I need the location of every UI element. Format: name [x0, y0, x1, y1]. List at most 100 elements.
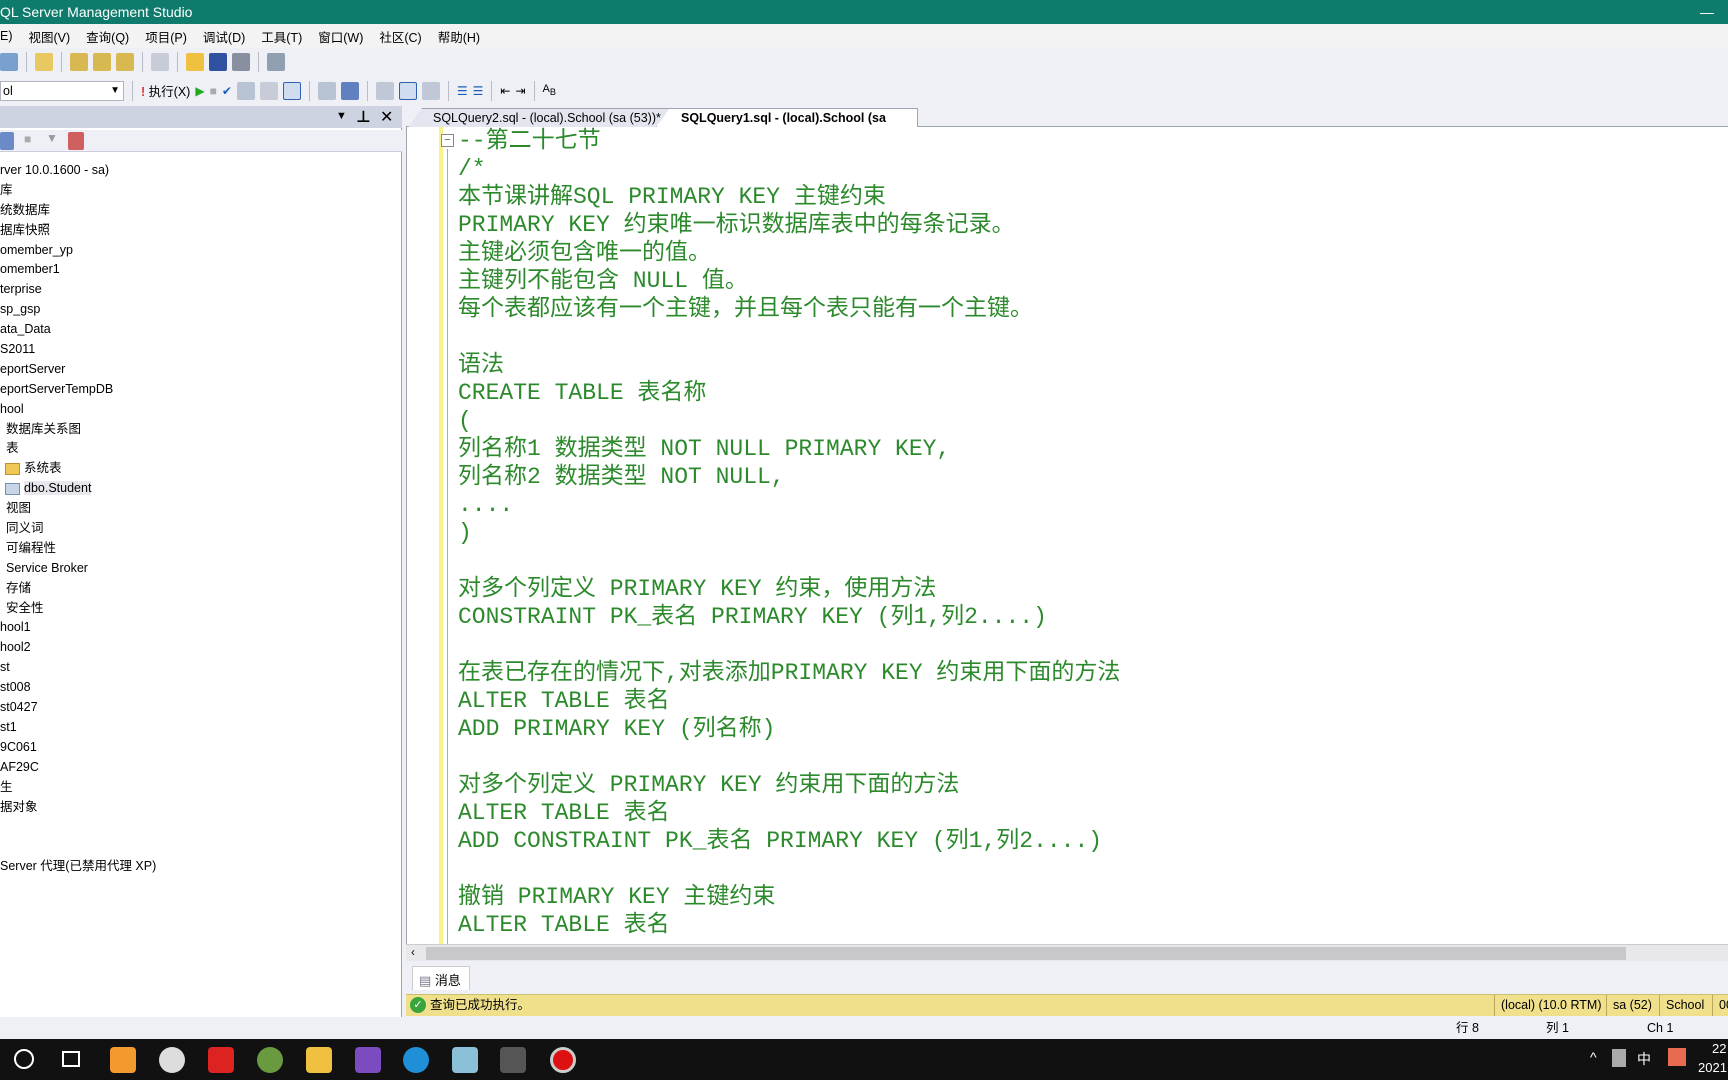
app-icon-orange[interactable] [110, 1047, 136, 1073]
close-icon[interactable]: ✕ [380, 107, 393, 127]
tree-item[interactable]: hool2 [0, 638, 400, 658]
wechat-icon[interactable] [159, 1047, 185, 1073]
tree-item[interactable]: 数据库关系图 [0, 420, 400, 440]
pin-icon[interactable]: ⊥ [356, 107, 371, 127]
scrollbar-thumb[interactable] [426, 947, 1626, 960]
sql-editor[interactable]: − --第二十七节/* 本节课讲解SQL PRIMARY KEY 主键约束 PRIM… [406, 127, 1728, 944]
debug-play-icon[interactable]: ▶ [195, 84, 204, 98]
results-to-grid-icon[interactable] [282, 81, 301, 100]
refresh-icon[interactable] [68, 132, 84, 150]
tree-item[interactable]: dbo.Student [0, 479, 400, 499]
tree-item[interactable]: Server 代理(已禁用代理 XP) [0, 857, 400, 877]
dropdown-icon[interactable]: ▼ [336, 110, 347, 122]
menu-item[interactable]: 查询(Q) [78, 27, 137, 46]
database-select[interactable]: ol ▼ [0, 80, 124, 101]
tray-paw-icon[interactable] [1668, 1048, 1686, 1066]
menu-item[interactable]: 工具(T) [253, 27, 310, 46]
tree-item[interactable]: 存储 [0, 579, 400, 599]
ime-indicator[interactable]: 中 [1637, 1049, 1651, 1069]
menu-item[interactable]: 社区(C) [371, 27, 429, 46]
results-to-text-icon[interactable] [375, 81, 394, 100]
tree-item[interactable]: 可编程性 [0, 539, 400, 559]
comment-icon[interactable]: ☰ [457, 84, 468, 98]
display-plan-icon[interactable] [236, 81, 255, 100]
tree-item[interactable]: 库 [0, 181, 400, 201]
results-grid-icon[interactable] [398, 81, 417, 100]
tree-item[interactable]: st0427 [0, 698, 400, 718]
tree-item[interactable]: hool [0, 400, 400, 420]
file-explorer-icon[interactable] [306, 1047, 332, 1073]
tree-item[interactable]: omember1 [0, 260, 400, 280]
stop-icon[interactable]: ■ [24, 132, 31, 146]
tree-item[interactable]: eportServer [0, 360, 400, 380]
app-icon-green[interactable] [257, 1047, 283, 1073]
tree-item[interactable]: 统数据库 [0, 201, 400, 221]
edge-icon[interactable] [403, 1047, 429, 1073]
search-icon[interactable] [14, 1049, 34, 1069]
specify-values-icon[interactable]: AB [543, 83, 556, 97]
tree-item[interactable]: st1 [0, 718, 400, 738]
tree-item[interactable] [0, 817, 400, 837]
activity-monitor-icon[interactable] [267, 52, 285, 71]
tree-item[interactable]: sp_gsp [0, 300, 400, 320]
scroll-left-icon[interactable]: ‹ [411, 945, 415, 959]
tree-item[interactable]: S2011 [0, 340, 400, 360]
increase-indent-icon[interactable]: ⇥ [515, 84, 525, 98]
tree-item[interactable]: 生 [0, 778, 400, 798]
client-stats-icon[interactable] [340, 81, 359, 100]
tree-item[interactable]: 9C061 [0, 738, 400, 758]
clock-time[interactable]: 22 [1712, 1041, 1726, 1056]
menu-item[interactable]: 窗口(W) [310, 27, 371, 46]
code-text[interactable]: --第二十七节/* 本节课讲解SQL PRIMARY KEY 主键约束 PRIMAR… [458, 127, 1120, 939]
save-icon[interactable] [209, 52, 227, 71]
notepad-icon[interactable] [452, 1047, 478, 1073]
tree-item[interactable]: hool1 [0, 618, 400, 638]
tree-item[interactable]: ata_Data [0, 320, 400, 340]
minimize-button[interactable]: — [1700, 0, 1714, 24]
mdx-query-icon[interactable] [70, 52, 88, 71]
clock-date[interactable]: 2021 [1698, 1060, 1727, 1075]
tree-item[interactable]: 安全性 [0, 599, 400, 619]
include-plan-icon[interactable] [317, 81, 336, 100]
ssms-icon[interactable] [500, 1047, 526, 1073]
uncomment-icon[interactable]: ☰ [473, 84, 484, 98]
parse-check-icon[interactable]: ✔ [222, 84, 232, 98]
menu-item[interactable]: 视图(V) [21, 27, 79, 46]
new-file-icon[interactable] [35, 52, 53, 71]
query-options-icon[interactable] [259, 81, 278, 100]
tree-item[interactable]: 视图 [0, 499, 400, 519]
tree-item[interactable]: terprise [0, 280, 400, 300]
tree-item[interactable]: 系统表 [0, 459, 400, 479]
xmla-query-icon[interactable] [116, 52, 134, 71]
document-icon[interactable] [151, 52, 169, 71]
disconnect-icon[interactable] [0, 132, 14, 150]
tree-item[interactable]: AF29C [0, 758, 400, 778]
tree-item[interactable]: 同义词 [0, 519, 400, 539]
tree-item[interactable]: omember_yp [0, 241, 400, 261]
menu-item[interactable]: E) [0, 29, 21, 43]
visual-studio-icon[interactable] [355, 1047, 381, 1073]
tree-item[interactable]: st008 [0, 678, 400, 698]
menu-item[interactable]: 帮助(H) [430, 27, 488, 46]
print-icon[interactable] [232, 52, 250, 71]
menu-item[interactable]: 调试(D) [195, 27, 253, 46]
open-folder-icon[interactable] [186, 52, 204, 71]
app-icon-red[interactable] [208, 1047, 234, 1073]
tree-item[interactable]: 表 [0, 439, 400, 459]
tree-item[interactable]: eportServerTempDB [0, 380, 400, 400]
horizontal-scrollbar[interactable]: ‹ [406, 944, 1728, 961]
decrease-indent-icon[interactable]: ⇤ [500, 84, 510, 98]
tree-item[interactable] [0, 837, 400, 857]
results-to-file-icon[interactable] [421, 81, 440, 100]
tray-app-icon[interactable] [1612, 1049, 1626, 1067]
tree-item[interactable]: 据对象 [0, 798, 400, 818]
collapse-icon[interactable]: − [441, 134, 454, 147]
dmx-query-icon[interactable] [93, 52, 111, 71]
tray-chevron-icon[interactable]: ^ [1590, 1049, 1597, 1065]
tree-item[interactable]: st [0, 658, 400, 678]
tab-messages[interactable]: ▤ 消息 [412, 966, 470, 990]
tab-sqlquery1[interactable]: SQLQuery1.sql - (local).School (sa (52))… [656, 108, 918, 127]
execute-button[interactable]: ! 执行(X) [141, 81, 190, 100]
tree-item[interactable]: Service Broker [0, 559, 400, 579]
tab-sqlquery2[interactable]: SQLQuery2.sql - (local).School (sa (53))… [408, 108, 672, 127]
